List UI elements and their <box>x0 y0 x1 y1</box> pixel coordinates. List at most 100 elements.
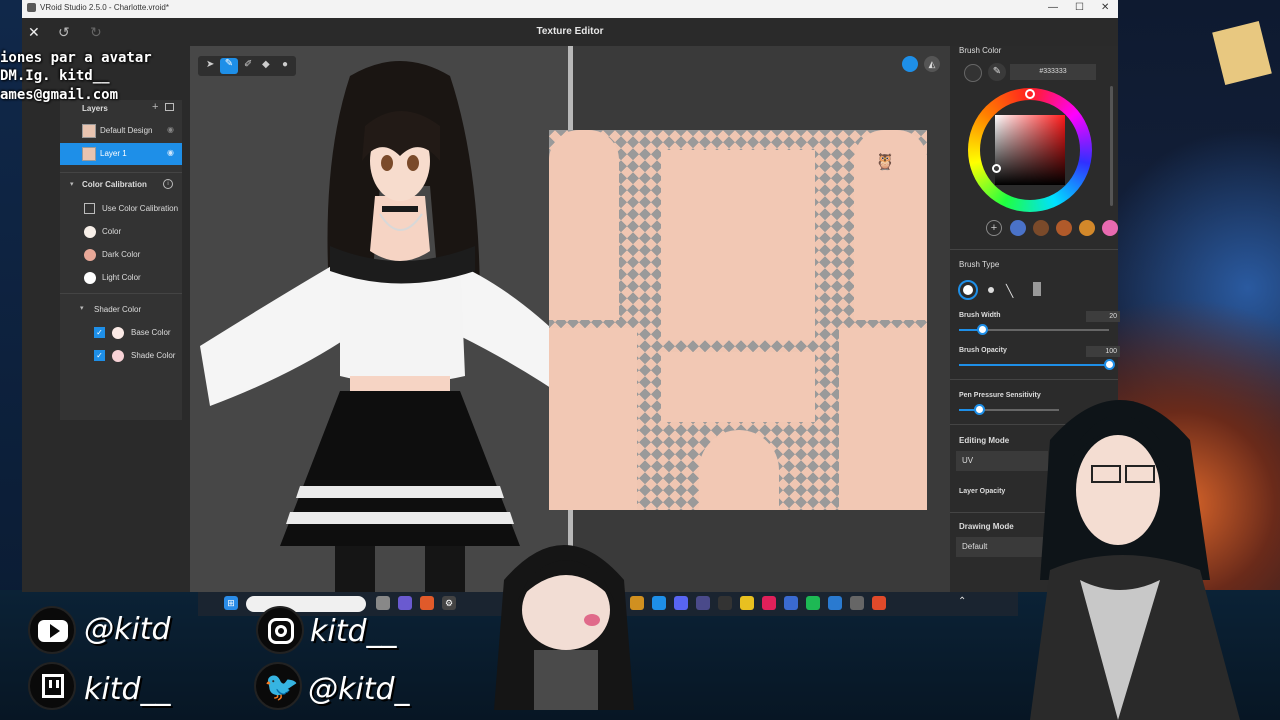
base-color-swatch[interactable] <box>112 327 124 339</box>
dark-color-label: Dark Color <box>102 250 141 259</box>
app-icon[interactable] <box>696 596 710 610</box>
app-icon[interactable] <box>740 596 754 610</box>
chevron-up-icon[interactable]: ⌃ <box>958 596 966 607</box>
mirror-icon[interactable]: ◭ <box>924 56 940 72</box>
base-color-checkbox[interactable]: ✓ <box>94 327 105 338</box>
brush-type-texture-icon[interactable] <box>1033 282 1041 296</box>
editing-mode-header: Editing Mode <box>959 436 1010 445</box>
view-mode-icon[interactable] <box>902 56 918 72</box>
chevron-down-icon[interactable]: ▾ <box>80 304 84 312</box>
uv-leg-right <box>839 328 927 510</box>
right-panel-scrollbar[interactable] <box>1110 86 1113 206</box>
chevron-down-icon[interactable]: ▾ <box>70 180 74 188</box>
shade-color-row[interactable]: ✓ Shade Color <box>60 345 182 367</box>
task-view-icon[interactable] <box>376 596 390 610</box>
dark-color-row[interactable]: Dark Color <box>60 244 182 266</box>
brush-opacity-slider-handle[interactable] <box>1104 359 1115 370</box>
info-icon[interactable]: i <box>163 179 173 189</box>
shader-color-header: Shader Color <box>94 305 142 314</box>
discord-icon[interactable] <box>674 596 688 610</box>
eye-icon[interactable]: ◉ <box>167 148 174 157</box>
window-title: VRoid Studio 2.5.0 - Charlotte.vroid* <box>40 3 169 12</box>
brush-type-pen-icon[interactable]: ╲ <box>1006 284 1013 298</box>
obs-icon[interactable] <box>718 596 732 610</box>
overlay-line-3: ames@gmail.com <box>0 87 119 103</box>
base-color-label: Base Color <box>131 328 171 337</box>
youtube-handle: @kitd <box>84 612 171 647</box>
brush-type-round-selected[interactable] <box>958 280 978 300</box>
editor-title: Texture Editor <box>536 26 604 37</box>
preset-color-4[interactable] <box>1079 220 1095 236</box>
use-color-calibration-row[interactable]: Use Color Calibration <box>60 198 182 220</box>
light-color-row[interactable]: Light Color <box>60 267 182 289</box>
brush-width-slider-handle[interactable] <box>977 324 988 335</box>
twitter-icon: 🐦 <box>254 662 302 710</box>
uv-leg-left <box>549 328 637 510</box>
vtuber-avatar <box>1030 400 1240 720</box>
preset-color-1[interactable] <box>1010 220 1026 236</box>
color-handle[interactable] <box>992 164 1001 173</box>
add-layer-icon[interactable]: + <box>152 101 158 113</box>
app-icon[interactable] <box>784 596 798 610</box>
layer-row-default-design[interactable]: Default Design ◉ <box>60 120 182 142</box>
app-icon[interactable] <box>850 596 864 610</box>
layer-opacity-label: Layer Opacity <box>959 488 1006 495</box>
base-color-row[interactable]: ✓ Base Color <box>60 322 182 344</box>
windows-start-icon[interactable]: ⊞ <box>224 596 238 610</box>
hue-handle[interactable] <box>1025 89 1035 99</box>
title-bar: VRoid Studio 2.5.0 - Charlotte.vroid* — … <box>22 0 1118 18</box>
use-color-calibration-checkbox[interactable] <box>84 203 95 214</box>
color-swatch[interactable] <box>84 226 96 238</box>
shade-color-label: Shade Color <box>131 351 176 360</box>
brush-opacity-label: Brush Opacity <box>959 347 1007 354</box>
brush-opacity-input[interactable]: 100 <box>1086 346 1120 357</box>
tiktok-icon[interactable] <box>762 596 776 610</box>
color-row[interactable]: Color <box>60 221 182 243</box>
saturation-square[interactable] <box>995 115 1065 185</box>
twitch-icon <box>28 662 76 710</box>
close-window-button[interactable]: ✕ <box>1101 2 1109 13</box>
twitch-handle: kitd__ <box>84 672 171 707</box>
eyedropper-icon[interactable]: ✎ <box>988 63 1006 81</box>
layer-thumbnail <box>82 147 96 161</box>
add-color-icon[interactable]: + <box>986 220 1002 236</box>
brush-width-label: Brush Width <box>959 312 1001 319</box>
teams-icon[interactable] <box>398 596 412 610</box>
settings-icon[interactable]: ⚙ <box>442 596 456 610</box>
brush-width-input[interactable]: 20 <box>1086 311 1120 322</box>
current-color-swatch[interactable] <box>964 64 982 82</box>
overlay-line-2: DM.Ig. kitd__ <box>0 68 110 84</box>
maximize-button[interactable]: ☐ <box>1075 2 1084 13</box>
copilot-icon[interactable] <box>420 596 434 610</box>
divider <box>60 172 182 173</box>
brush-type-soft-icon[interactable] <box>988 287 994 293</box>
minimize-button[interactable]: — <box>1048 2 1058 13</box>
hex-input[interactable]: #333333 <box>1010 64 1096 80</box>
overlay-line-1: iones par a avatar <box>0 50 152 66</box>
chrome-icon[interactable] <box>872 596 886 610</box>
divider <box>950 249 1118 250</box>
eye-icon[interactable]: ◉ <box>167 125 174 134</box>
preset-color-5[interactable] <box>1102 220 1118 236</box>
shade-color-checkbox[interactable]: ✓ <box>94 350 105 361</box>
brush-opacity-fill <box>959 364 1109 366</box>
preset-color-3[interactable] <box>1056 220 1072 236</box>
chibi-mascot <box>494 545 634 710</box>
layer-folder-icon[interactable] <box>165 103 174 111</box>
app-icon[interactable] <box>828 596 842 610</box>
drawing-mode-header: Drawing Mode <box>959 522 1014 531</box>
shade-color-swatch[interactable] <box>112 350 124 362</box>
spotify-icon[interactable] <box>806 596 820 610</box>
use-color-calibration-label: Use Color Calibration <box>102 204 179 213</box>
uv-texture-canvas[interactable]: 🦉 <box>549 130 927 510</box>
light-color-swatch[interactable] <box>84 272 96 284</box>
preset-color-2[interactable] <box>1033 220 1049 236</box>
dark-color-swatch[interactable] <box>84 249 96 261</box>
pen-pressure-slider-handle[interactable] <box>974 404 985 415</box>
uv-torso <box>661 150 815 340</box>
folder-icon[interactable] <box>652 596 666 610</box>
layer-row-layer-1[interactable]: Layer 1 ◉ <box>60 143 182 165</box>
model-viewport[interactable]: ➤ ✎ ✐ ◆ ● <box>190 46 568 592</box>
taskbar-search[interactable] <box>246 596 366 612</box>
avatar-model <box>200 61 568 592</box>
